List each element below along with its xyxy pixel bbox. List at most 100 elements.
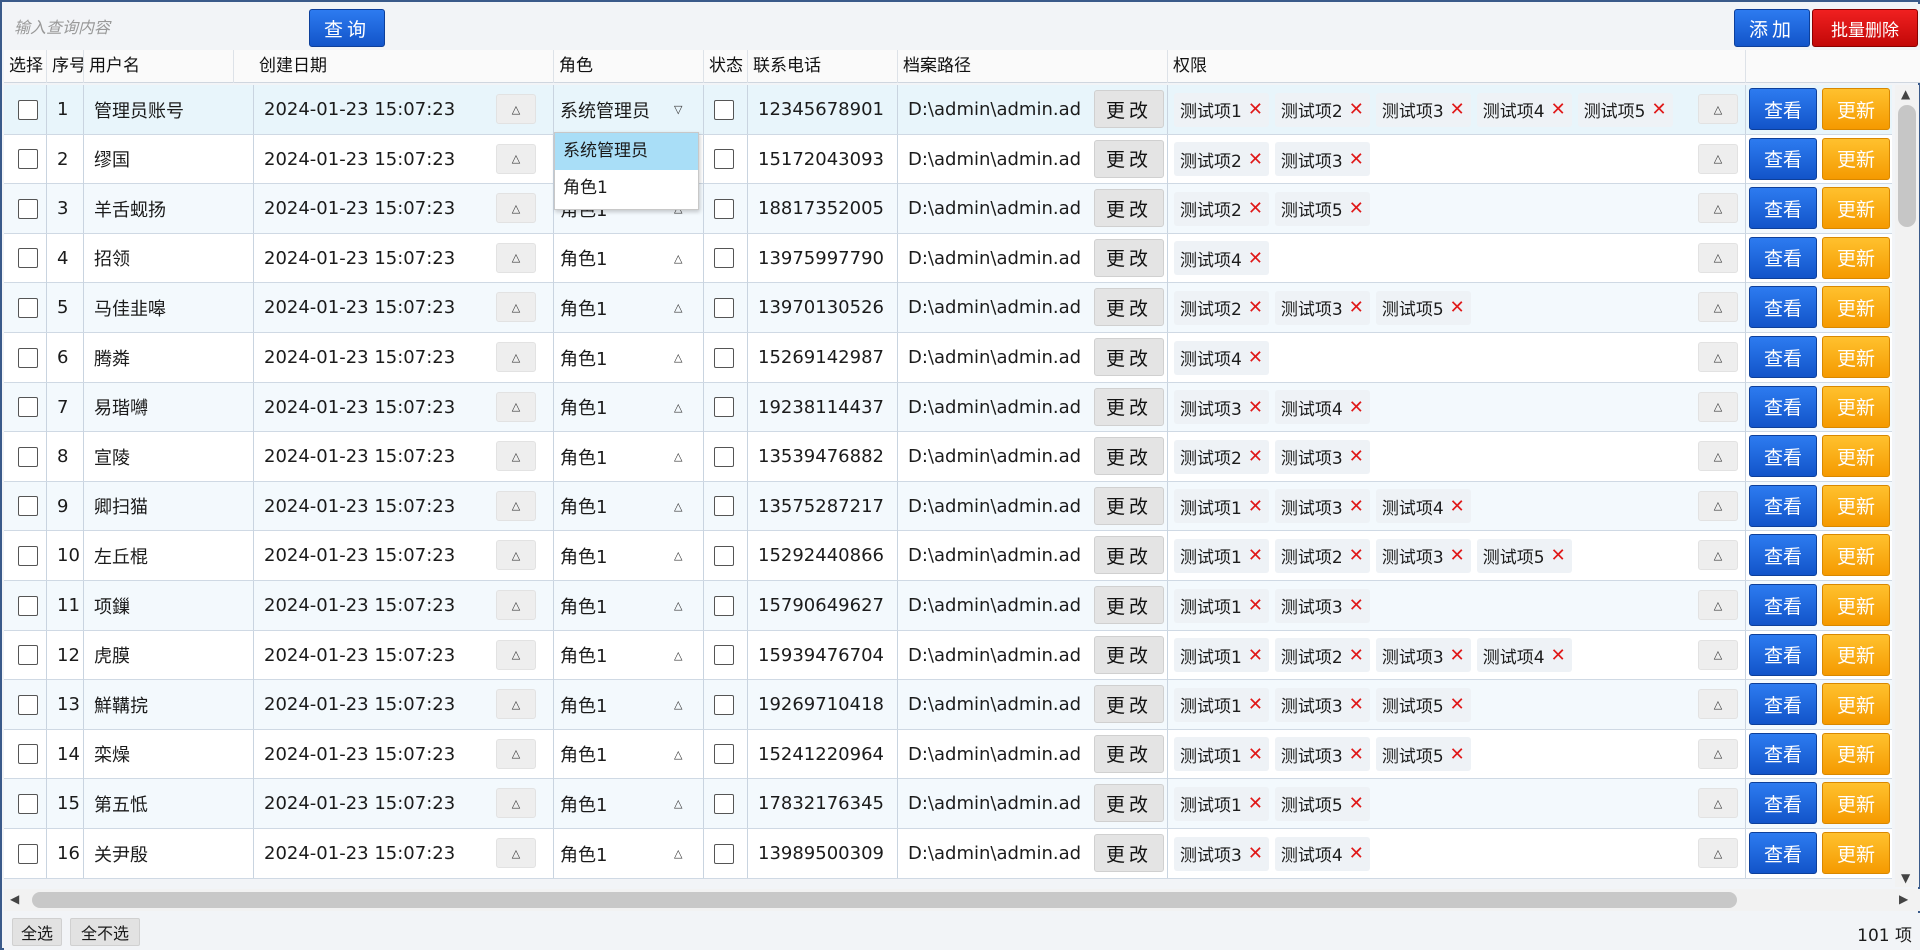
batch-delete-button[interactable]: 批量删除 (1812, 9, 1918, 47)
status-checkbox[interactable] (714, 496, 734, 517)
row-select-checkbox[interactable] (18, 843, 38, 864)
role-dropdown-icon[interactable]: △ (674, 401, 682, 414)
status-checkbox[interactable] (714, 347, 734, 368)
role-cell[interactable]: 系统管理员 ▽ (554, 85, 704, 134)
status-checkbox[interactable] (714, 595, 734, 616)
status-checkbox[interactable] (714, 99, 734, 120)
username-cell[interactable]: 管理员账号 (84, 85, 254, 134)
table-row[interactable]: 12 虎膜 2024-01-23 15:07:23 △ 角色1 △ 15939476704 D… (4, 630, 1892, 681)
date-picker-icon[interactable]: △ (496, 540, 536, 571)
view-button[interactable]: 查看 (1749, 187, 1817, 230)
permissions-dropdown-icon[interactable]: △ (1698, 838, 1738, 868)
role-option-role1[interactable]: 角色1 (555, 170, 698, 207)
update-button[interactable]: 更新 (1822, 435, 1890, 478)
remove-tag-icon[interactable]: ✕ (1450, 99, 1465, 120)
view-button[interactable]: 查看 (1749, 484, 1817, 527)
change-path-button[interactable]: 更改 (1094, 536, 1164, 575)
created-cell[interactable]: 2024-01-23 15:07:23 △ (254, 829, 554, 878)
permissions-cell[interactable]: 测试项4 ✕ △ (1168, 233, 1746, 283)
update-button[interactable]: 更新 (1822, 385, 1890, 428)
remove-tag-icon[interactable]: ✕ (1248, 793, 1263, 814)
view-button[interactable]: 查看 (1749, 385, 1817, 428)
update-button[interactable]: 更新 (1822, 832, 1890, 874)
path-cell[interactable]: D:\admin\admin.ad 更改 (898, 333, 1168, 382)
created-cell[interactable]: 2024-01-23 15:07:23 △ (254, 729, 554, 779)
table-row[interactable]: 13 鮮鞲捖 2024-01-23 15:07:23 △ 角色1 △ 19269710418… (4, 680, 1892, 730)
change-path-button[interactable]: 更改 (1094, 139, 1164, 178)
permissions-dropdown-icon[interactable]: △ (1698, 540, 1738, 571)
role-cell[interactable]: 角色1 △ (554, 481, 704, 531)
date-picker-icon[interactable]: △ (496, 242, 536, 273)
view-button[interactable]: 查看 (1749, 584, 1817, 626)
role-dropdown-icon[interactable]: △ (674, 847, 682, 860)
created-cell[interactable]: 2024-01-23 15:07:23 △ (254, 333, 554, 382)
phone-cell[interactable]: 15292440866 (748, 531, 898, 581)
remove-tag-icon[interactable]: ✕ (1450, 694, 1465, 715)
role-dropdown-icon[interactable]: △ (674, 599, 682, 612)
remove-tag-icon[interactable]: ✕ (1248, 99, 1263, 120)
remove-tag-icon[interactable]: ✕ (1450, 496, 1465, 517)
username-cell[interactable]: 卿扫猫 (84, 481, 254, 531)
header-username[interactable]: 用户名 (84, 50, 234, 83)
row-select-checkbox[interactable] (18, 446, 38, 467)
table-row[interactable]: 16 关尹殷 2024-01-23 15:07:23 △ 角色1 △ 13989500309… (4, 829, 1892, 879)
vertical-scroll-thumb[interactable] (1898, 105, 1916, 227)
remove-tag-icon[interactable]: ✕ (1349, 446, 1364, 467)
table-row[interactable]: 6 腾粦 2024-01-23 15:07:23 △ 角色1 △ 15269142987 D:… (4, 333, 1892, 383)
username-cell[interactable]: 项鏁 (84, 581, 254, 630)
phone-cell[interactable]: 15269142987 (748, 333, 898, 382)
date-picker-icon[interactable]: △ (496, 391, 536, 422)
view-button[interactable]: 查看 (1749, 683, 1817, 726)
status-checkbox[interactable] (714, 297, 734, 318)
header-phone[interactable]: 联系电话 (748, 50, 898, 83)
remove-tag-icon[interactable]: ✕ (1349, 645, 1364, 666)
query-button[interactable]: 查询 (309, 9, 385, 47)
remove-tag-icon[interactable]: ✕ (1349, 744, 1364, 765)
date-picker-icon[interactable]: △ (496, 838, 536, 868)
vertical-scrollbar[interactable]: ▲ ▼ (1895, 85, 1919, 887)
phone-cell[interactable]: 13575287217 (748, 481, 898, 531)
status-checkbox[interactable] (714, 843, 734, 864)
row-select-checkbox[interactable] (18, 793, 38, 814)
change-path-button[interactable]: 更改 (1094, 486, 1164, 525)
table-row[interactable]: 11 项鏁 2024-01-23 15:07:23 △ 角色1 △ 15790649627 D… (4, 581, 1892, 631)
update-button[interactable]: 更新 (1822, 88, 1890, 130)
update-button[interactable]: 更新 (1822, 782, 1890, 825)
table-row[interactable]: 1 管理员账号 2024-01-23 15:07:23 △ 系统管理员 ▽ 12345678… (4, 85, 1892, 135)
remove-tag-icon[interactable]: ✕ (1248, 545, 1263, 566)
remove-tag-icon[interactable]: ✕ (1248, 744, 1263, 765)
role-cell[interactable]: 角色1 △ (554, 829, 704, 878)
row-select-checkbox[interactable] (18, 198, 38, 219)
change-path-button[interactable]: 更改 (1094, 437, 1164, 476)
date-picker-icon[interactable]: △ (496, 639, 536, 670)
path-cell[interactable]: D:\admin\admin.ad 更改 (898, 581, 1168, 630)
view-button[interactable]: 查看 (1749, 435, 1817, 478)
update-button[interactable]: 更新 (1822, 484, 1890, 527)
select-none-button[interactable]: 全不选 (70, 918, 140, 946)
header-created[interactable]: 创建日期 (254, 50, 554, 83)
view-button[interactable]: 查看 (1749, 286, 1817, 329)
change-path-button[interactable]: 更改 (1094, 338, 1164, 376)
created-cell[interactable]: 2024-01-23 15:07:23 △ (254, 630, 554, 680)
path-cell[interactable]: D:\admin\admin.ad 更改 (898, 680, 1168, 730)
status-checkbox[interactable] (714, 793, 734, 814)
table-row[interactable]: 14 栾燥 2024-01-23 15:07:23 △ 角色1 △ 15241220964 D… (4, 729, 1892, 780)
row-select-checkbox[interactable] (18, 248, 38, 269)
permissions-cell[interactable]: 测试项1 ✕ 测试项2 ✕ 测试项3 ✕ 测试项4 ✕ △ (1168, 630, 1746, 680)
header-path[interactable]: 档案路径 (898, 50, 1168, 83)
view-button[interactable]: 查看 (1749, 832, 1817, 874)
role-cell[interactable]: 角色1 △ (554, 581, 704, 630)
permissions-dropdown-icon[interactable]: △ (1698, 292, 1738, 323)
remove-tag-icon[interactable]: ✕ (1248, 397, 1263, 418)
role-option-admin[interactable]: 系统管理员 (555, 133, 698, 170)
view-button[interactable]: 查看 (1749, 534, 1817, 577)
permissions-cell[interactable]: 测试项2 ✕ 测试项3 ✕ △ (1168, 134, 1746, 184)
permissions-dropdown-icon[interactable]: △ (1698, 738, 1738, 769)
table-row[interactable]: 7 易瑎嚩 2024-01-23 15:07:23 △ 角色1 △ 19238114437 D… (4, 382, 1892, 433)
status-checkbox[interactable] (714, 198, 734, 219)
role-cell[interactable]: 角色1 △ (554, 432, 704, 482)
phone-cell[interactable]: 18817352005 (748, 184, 898, 234)
remove-tag-icon[interactable]: ✕ (1248, 843, 1263, 864)
remove-tag-icon[interactable]: ✕ (1551, 99, 1566, 120)
update-button[interactable]: 更新 (1822, 732, 1890, 775)
